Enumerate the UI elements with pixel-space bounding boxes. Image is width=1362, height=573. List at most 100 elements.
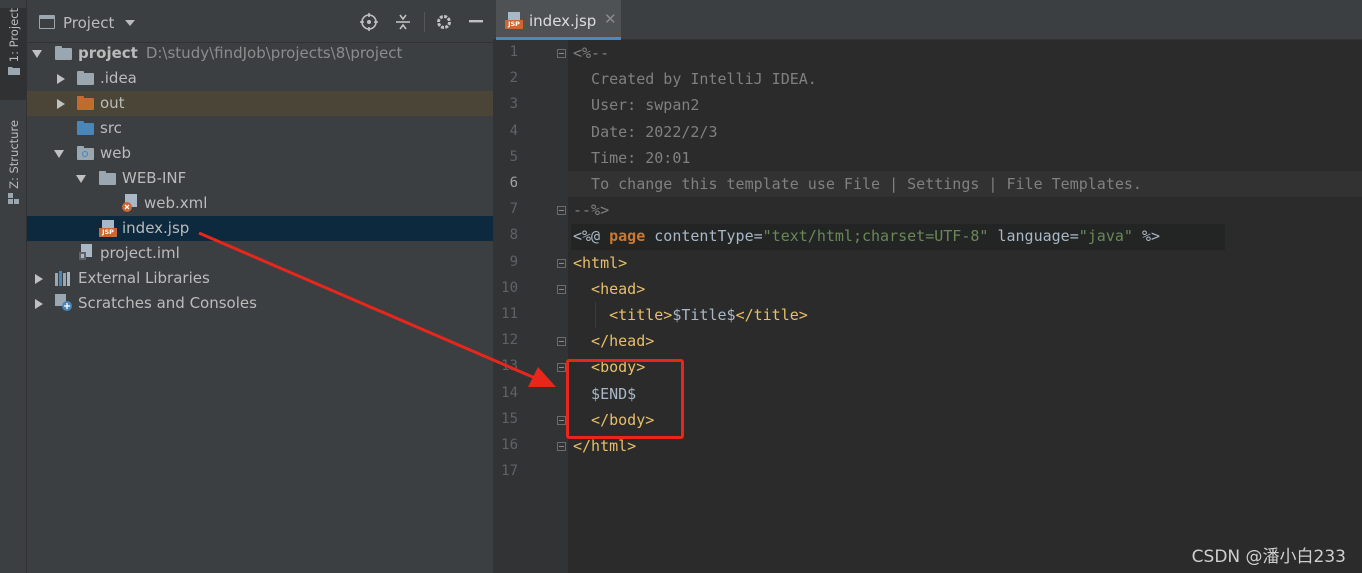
line-number: 7 [509,201,518,218]
line-number: 4 [509,122,518,139]
locate-file-icon[interactable] [359,12,379,32]
code-token: Time: 20:01 [573,148,691,167]
project-tool-tab[interactable]: 1: Project [0,8,27,100]
tree-item-name: External Libraries [78,269,210,287]
fold-marker-icon[interactable] [557,363,566,373]
project-view-icon [39,15,55,29]
chevron-down-icon[interactable] [125,20,135,26]
code-token: %> [1132,227,1161,246]
tree-row[interactable]: .idea [27,66,493,91]
code-line: </head> [573,328,654,354]
tree-row-label: .idea [100,66,137,91]
tree-row-label: web.xml [144,191,207,216]
expanded-arrow-icon[interactable] [32,50,42,58]
collapsed-arrow-icon[interactable] [35,299,43,309]
line-number: 5 [509,148,518,165]
jsp-file-icon: JSP [99,220,117,237]
code-token: </title> [735,306,808,324]
editor-tab-index-jsp[interactable]: JSP index.jsp ✕ [496,0,621,40]
tree-row[interactable]: WEB-INF [27,166,493,191]
close-icon[interactable]: ✕ [604,10,617,28]
collapsed-arrow-icon[interactable] [57,74,65,84]
collapsed-arrow-icon[interactable] [35,274,43,284]
tree-row[interactable]: src [27,116,493,141]
fold-marker-icon[interactable] [557,258,566,268]
code-line: Date: 2022/2/3 [573,119,717,145]
tree-row-label: External Libraries [78,266,210,291]
fold-marker-icon[interactable] [557,49,566,58]
line-number: 6 [509,175,518,191]
code-token: page [609,227,646,246]
project-tool-tab-label: 1: Project [6,8,21,63]
module-folder-icon [55,46,72,60]
collapsed-arrow-icon[interactable] [57,99,65,109]
fold-marker-icon[interactable] [557,337,566,347]
line-number: 13 [501,358,518,375]
watermark: CSDN @潘小白233 [1191,547,1346,567]
tree-row[interactable]: Scratches and Consoles [27,291,493,316]
tree-row[interactable]: web.xml [27,191,493,216]
source-folder-icon [77,121,94,135]
line-number-gutter: 1 2 3 4 5 6 7 8 9 10 11 12 13 14 15 16 17 [493,40,568,573]
tree-row-label: web [100,141,131,166]
code-area[interactable]: <%-- Created by IntelliJ IDEA. User: swp… [568,40,1362,573]
line-number: 1 [509,44,518,60]
code-line: To change this template use File | Setti… [573,171,1142,197]
code-token: language= [988,227,1079,246]
code-line: <%-- [573,40,609,66]
tree-row-label: WEB-INF [122,166,186,191]
code-token: "text/html;charset=UTF-8" [762,227,989,246]
fold-marker-icon[interactable] [557,284,566,294]
code-token: $Title$ [672,306,736,324]
code-token: <head> [573,279,646,298]
tree-row[interactable]: JSP index.jsp [27,216,493,241]
code-token: To change this template use File | Setti… [573,175,1142,193]
folder-icon [7,67,20,76]
code-line: Created by IntelliJ IDEA. [573,66,817,92]
tree-item-name: out [100,94,125,112]
structure-tool-tab[interactable]: Z: Structure [0,120,27,220]
code-token: <title> [573,306,673,324]
tree-item-name: web.xml [144,194,208,212]
collapse-all-icon[interactable] [393,12,413,32]
fold-marker-icon[interactable] [557,415,566,425]
tree-row[interactable]: project.iml [27,241,493,266]
tree-item-name: .idea [100,69,137,87]
tree-row-label: out [100,91,125,116]
project-panel-title[interactable]: Project [63,14,114,32]
line-number: 9 [509,253,518,270]
tree-row[interactable]: project D:\study\findJob\projects\8\proje… [27,41,493,66]
tree-row-label: src [100,116,122,141]
line-number: 17 [501,463,518,480]
header-divider [424,12,425,32]
libraries-icon [55,271,70,286]
minimize-icon[interactable] [466,12,486,32]
folder-icon [99,171,116,185]
structure-icon [7,192,19,204]
tree-row-label: index.jsp [122,216,189,241]
fold-marker-icon[interactable] [557,206,566,216]
line-number: 16 [501,437,518,453]
tree-row-label: project D:\study\findJob\projects\8\proje… [78,41,402,66]
gear-icon[interactable] [434,12,454,32]
code-token: </head> [573,332,655,351]
code-token: User: swpan2 [573,96,700,115]
line-number: 15 [501,410,518,427]
tree-row[interactable]: External Libraries [27,266,493,291]
code-token: Created by IntelliJ IDEA. [573,70,817,89]
expanded-arrow-icon[interactable] [54,150,64,158]
fold-marker-icon[interactable] [557,442,566,451]
project-panel: Project project D:\study\findJob\projects… [27,0,493,573]
code-line: User: swpan2 [573,92,699,118]
tree-row-label: project.iml [100,241,180,266]
code-token: <%@ [573,227,610,246]
tree-row[interactable]: web [27,141,493,166]
line-number: 11 [501,306,518,322]
expanded-arrow-icon[interactable] [76,175,86,183]
line-number: 3 [509,96,518,113]
tree-item-name: src [100,119,122,137]
code-line: <html> [573,250,627,276]
code-token: "java" [1078,227,1133,246]
line-number: 10 [501,279,518,296]
tree-row[interactable]: out [27,91,493,116]
